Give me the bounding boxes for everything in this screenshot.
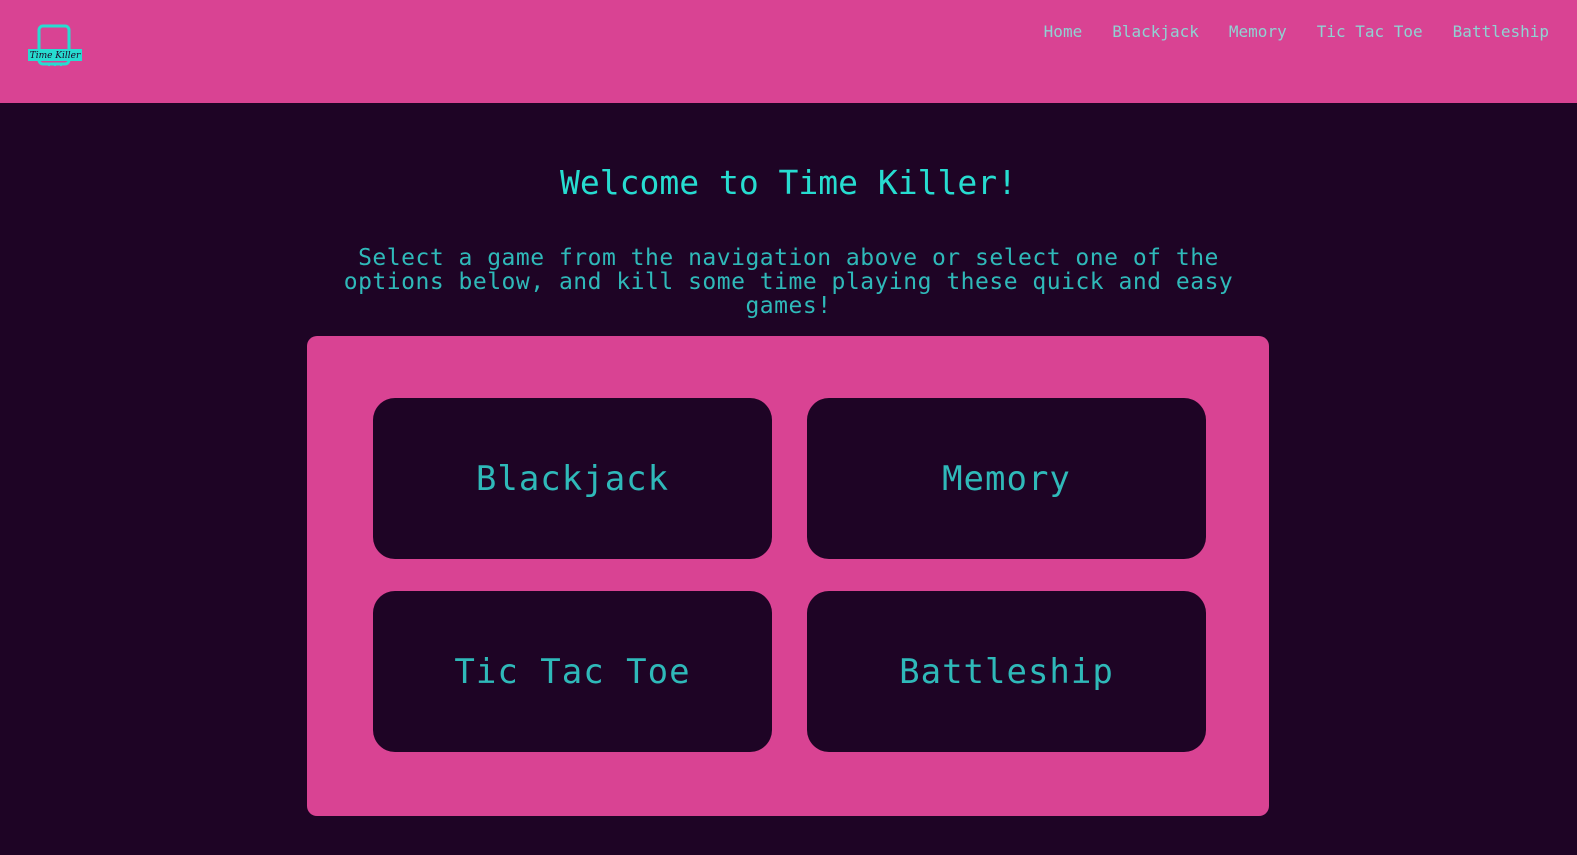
game-card-blackjack[interactable]: Blackjack [373,398,772,559]
page-title: Welcome to Time Killer! [560,163,1017,202]
nav-blackjack[interactable]: Blackjack [1112,21,1199,43]
nav-home[interactable]: Home [1044,21,1083,43]
nav-battleship[interactable]: Battleship [1453,21,1549,43]
game-panel: Blackjack Memory Tic Tac Toe Battleship [307,336,1269,816]
nav-memory[interactable]: Memory [1229,21,1287,43]
game-card-memory[interactable]: Memory [807,398,1206,559]
nav-tic-tac-toe[interactable]: Tic Tac Toe [1317,21,1423,43]
intro-text: Select a game from the navigation above … [343,245,1234,319]
game-card-tic-tac-toe[interactable]: Tic Tac Toe [373,591,772,752]
logo-text: Time Killer [30,51,81,61]
main-nav: Home Blackjack Memory Tic Tac Toe Battle… [1044,21,1549,43]
site-header: Time Killer Home Blackjack Memory Tic Ta… [0,0,1577,103]
game-card-battleship[interactable]: Battleship [807,591,1206,752]
logo[interactable]: Time Killer [27,24,83,72]
phone-logo-icon: Time Killer [28,24,82,67]
